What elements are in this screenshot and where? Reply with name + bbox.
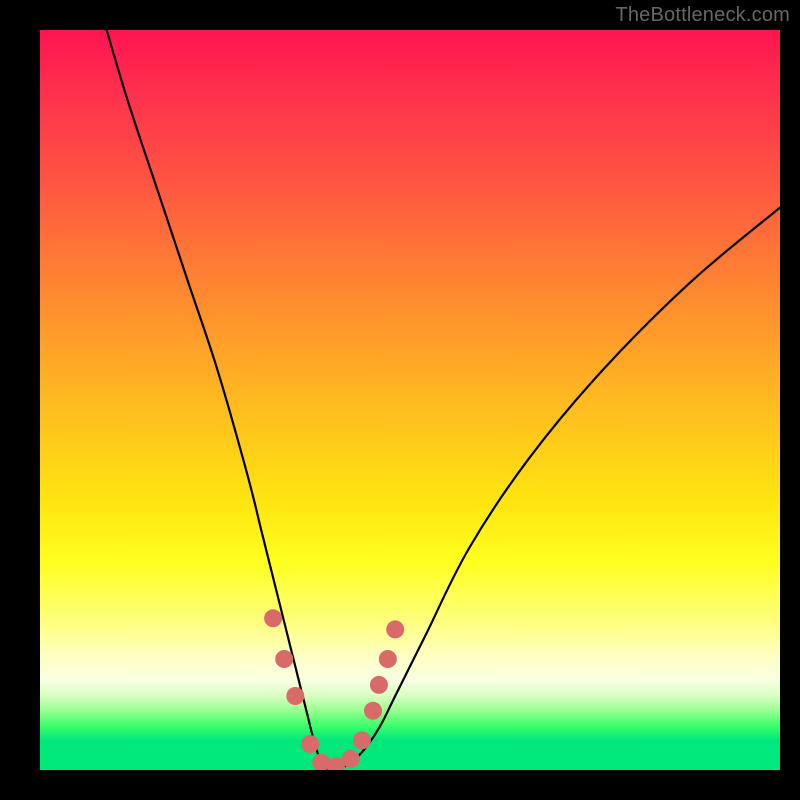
highlight-dot — [364, 702, 382, 720]
highlight-dot — [386, 620, 404, 638]
highlight-dot — [353, 731, 371, 749]
highlight-dot — [286, 687, 304, 705]
curve-layer — [40, 30, 780, 770]
watermark-text: TheBottleneck.com — [615, 4, 790, 27]
highlight-dot — [370, 676, 388, 694]
highlight-dots — [264, 609, 404, 770]
highlight-dot — [342, 750, 360, 768]
highlight-dot — [264, 609, 282, 627]
plot-area — [40, 30, 780, 770]
highlight-dot — [301, 735, 319, 753]
highlight-dot — [275, 650, 293, 668]
highlight-dot — [379, 650, 397, 668]
bottleneck-curve — [107, 30, 780, 770]
chart-stage: TheBottleneck.com — [0, 0, 800, 800]
